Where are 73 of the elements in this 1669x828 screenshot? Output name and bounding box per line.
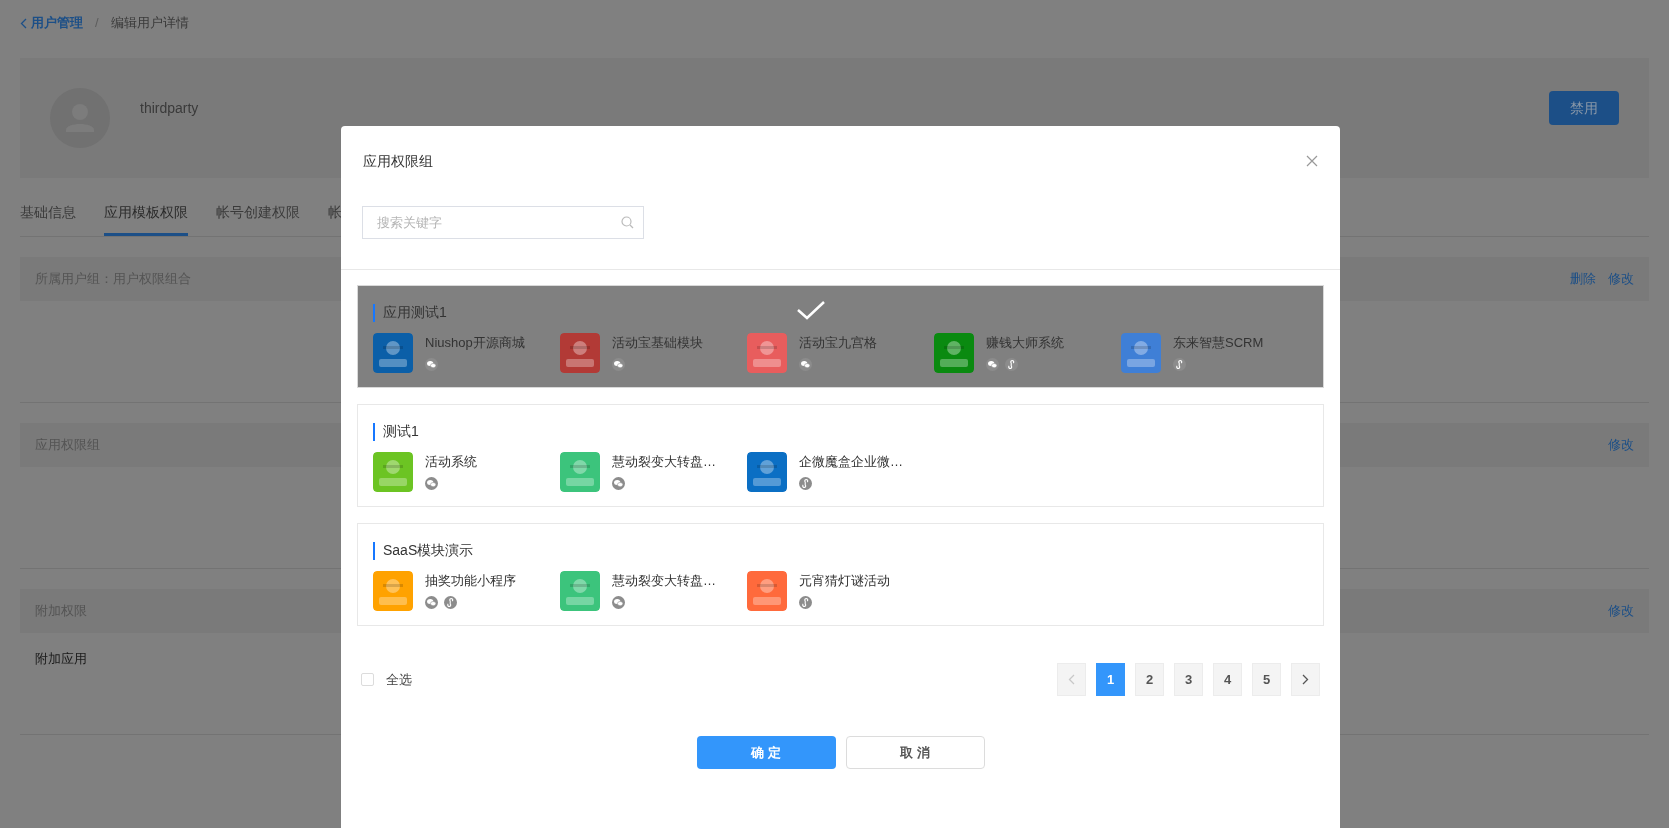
wechat-icon xyxy=(425,596,438,609)
group-title: 应用测试1 xyxy=(383,303,447,322)
wechat-icon xyxy=(799,358,812,371)
wechat-icon xyxy=(425,358,438,371)
app-name: 赚钱大师系统 xyxy=(986,334,1064,352)
app-item[interactable]: 赚钱大师系统 xyxy=(934,333,1121,373)
close-icon[interactable] xyxy=(1306,155,1318,167)
search-field[interactable]: 搜索关键字 xyxy=(362,206,644,239)
mini-program-icon xyxy=(444,596,457,609)
app-group-card[interactable]: 测试1 活动系统 慧动裂变大转盘… 企微魔盒企业微… xyxy=(357,404,1324,507)
app-group-card[interactable]: 应用测试1 Niushop开源商城 活动宝基础模块 活动宝九宫格 赚钱大师系统 东来智慧SCRM xyxy=(357,285,1324,388)
app-name: 活动宝基础模块 xyxy=(612,334,703,352)
next-page-button[interactable] xyxy=(1291,663,1320,696)
page-button[interactable]: 2 xyxy=(1135,663,1164,696)
chevron-left-icon xyxy=(1068,674,1075,685)
wechat-icon xyxy=(612,358,625,371)
breadcrumb-current: 编辑用户详情 xyxy=(110,14,189,33)
tab[interactable]: 应用模板权限 xyxy=(104,192,188,236)
action-link[interactable]: 修改 xyxy=(1608,601,1634,621)
app-name: 活动宝九宫格 xyxy=(799,334,877,352)
app-name: Niushop开源商城 xyxy=(425,334,525,352)
confirm-button[interactable]: 确 定 xyxy=(696,736,836,769)
checkmark-icon xyxy=(796,300,826,320)
group-title: SaaS模块演示 xyxy=(383,541,474,560)
dialog-title: 应用权限组 xyxy=(363,151,433,171)
action-link[interactable]: 修改 xyxy=(1608,269,1634,289)
app-item[interactable]: 活动宝九宫格 xyxy=(747,333,934,373)
app-name: 活动系统 xyxy=(425,453,477,471)
username: thirdparty xyxy=(140,98,199,118)
checkbox[interactable] xyxy=(361,673,374,686)
app-item[interactable]: 慧动裂变大转盘… xyxy=(560,452,747,492)
app-item[interactable]: 慧动裂变大转盘… xyxy=(560,571,747,611)
app-item[interactable]: 抽奖功能小程序 xyxy=(373,571,560,611)
page-button[interactable]: 1 xyxy=(1096,663,1125,696)
app-item[interactable]: 企微魔盒企业微… xyxy=(747,452,934,492)
disable-button[interactable]: 禁用 xyxy=(1549,91,1619,125)
wechat-icon xyxy=(612,596,625,609)
app-name: 企微魔盒企业微… xyxy=(799,453,903,471)
action-link[interactable]: 删除 xyxy=(1570,269,1596,289)
page-button[interactable]: 3 xyxy=(1174,663,1203,696)
chevron-left-icon xyxy=(20,17,27,29)
action-link[interactable]: 修改 xyxy=(1608,435,1634,455)
wechat-icon xyxy=(425,477,438,490)
app-item[interactable]: Niushop开源商城 xyxy=(373,333,560,373)
app-name: 东来智慧SCRM xyxy=(1173,334,1264,352)
app-name: 抽奖功能小程序 xyxy=(425,572,516,590)
tab[interactable]: 帐 xyxy=(328,192,342,236)
mini-program-icon xyxy=(1005,358,1018,371)
app-name: 慧动裂变大转盘… xyxy=(612,453,716,471)
cancel-button[interactable]: 取 消 xyxy=(845,736,985,769)
page-button[interactable]: 4 xyxy=(1213,663,1242,696)
mini-program-icon xyxy=(799,596,812,609)
app-item[interactable]: 元宵猜灯谜活动 xyxy=(747,571,934,611)
app-item[interactable]: 东来智慧SCRM xyxy=(1121,333,1308,373)
tab[interactable]: 基础信息 xyxy=(20,192,76,236)
breadcrumb-separator: / xyxy=(94,14,100,33)
chevron-right-icon xyxy=(1302,674,1309,685)
wechat-icon xyxy=(986,358,999,371)
mini-program-icon xyxy=(1173,358,1186,371)
search-icon xyxy=(621,216,634,229)
mini-program-icon xyxy=(799,477,812,490)
section-subtitle: 附加应用 xyxy=(34,650,88,668)
app-name: 慧动裂变大转盘… xyxy=(612,572,716,590)
tab[interactable]: 帐号创建权限 xyxy=(216,192,300,236)
app-item[interactable]: 活动系统 xyxy=(373,452,560,492)
select-all-label: 全选 xyxy=(386,670,412,689)
page-button[interactable]: 5 xyxy=(1252,663,1281,696)
app-name: 元宵猜灯谜活动 xyxy=(799,572,890,590)
app-item[interactable]: 活动宝基础模块 xyxy=(560,333,747,373)
app-group-card[interactable]: SaaS模块演示 抽奖功能小程序 慧动裂变大转盘… 元宵猜灯谜活动 xyxy=(357,523,1324,626)
wechat-icon xyxy=(612,477,625,490)
group-title: 测试1 xyxy=(383,422,419,441)
back-link[interactable]: 用户管理 xyxy=(20,13,83,33)
